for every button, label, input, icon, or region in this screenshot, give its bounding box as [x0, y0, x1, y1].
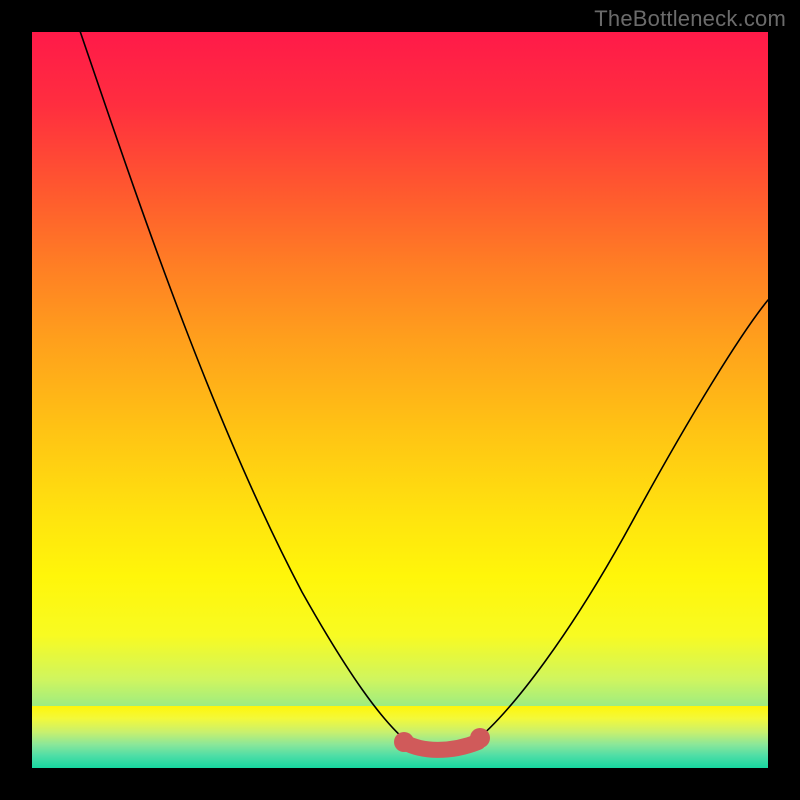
- curve-svg: [32, 32, 768, 768]
- highlight-segment: [404, 742, 478, 750]
- chart-frame: TheBottleneck.com: [0, 0, 800, 800]
- highlight-dot-right: [470, 728, 490, 748]
- highlight-dot-left: [394, 732, 414, 752]
- bottleneck-curve-right: [472, 300, 768, 744]
- plot-area: [32, 32, 768, 768]
- bottleneck-curve-left: [70, 32, 410, 744]
- watermark-text: TheBottleneck.com: [594, 6, 786, 32]
